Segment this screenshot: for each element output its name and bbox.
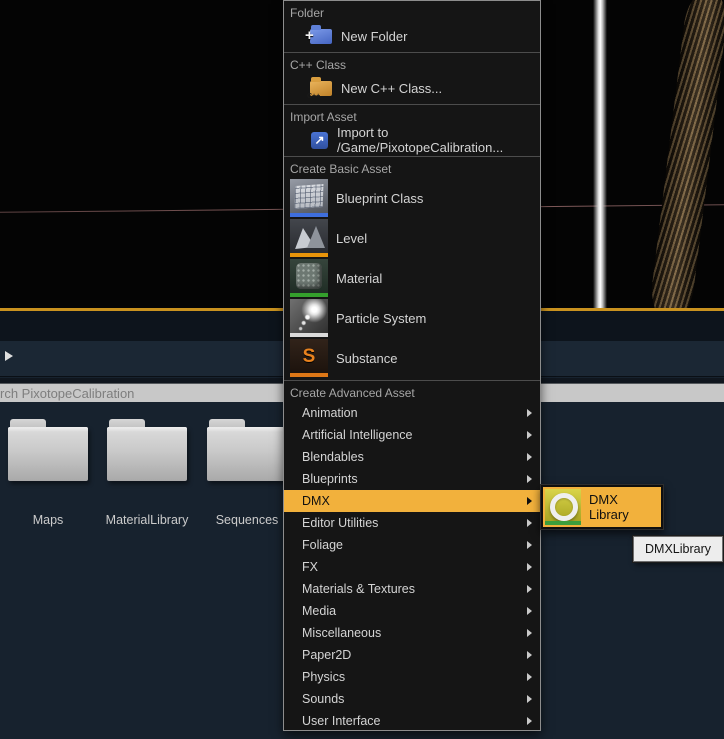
menu-item-user-interface[interactable]: User Interface <box>284 710 540 731</box>
level-icon <box>290 219 328 257</box>
folder-icon <box>107 427 187 481</box>
menu-item-label: Media <box>302 604 527 618</box>
menu-item-label: Artificial Intelligence <box>302 428 527 442</box>
folder-icon <box>207 427 287 481</box>
submenu-arrow-icon <box>527 431 532 439</box>
menu-item-label: Editor Utilities <box>302 516 527 530</box>
dmx-library-icon <box>545 489 581 525</box>
menu-item-label: Physics <box>302 670 527 684</box>
submenu-arrow-icon <box>527 453 532 461</box>
menu-item-label: Material <box>336 271 382 286</box>
menu-item-sounds[interactable]: Sounds <box>284 688 540 710</box>
menu-item-physics[interactable]: Physics <box>284 666 540 688</box>
particle-system-icon <box>290 299 328 337</box>
menu-item-label: Paper2D <box>302 648 527 662</box>
section-header-import-asset: Import Asset <box>284 105 540 126</box>
menu-item-label: Miscellaneous <box>302 626 527 640</box>
menu-item-artificial-intelligence[interactable]: Artificial Intelligence <box>284 424 540 446</box>
submenu-arrow-icon <box>527 651 532 659</box>
submenu-item-dmx-library[interactable]: DMX Library <box>543 487 661 527</box>
menu-item-miscellaneous[interactable]: Miscellaneous <box>284 622 540 644</box>
menu-item-label: New Folder <box>341 29 407 44</box>
menu-item-label: User Interface <box>302 714 527 728</box>
submenu-arrow-icon <box>527 541 532 549</box>
menu-item-label: Import to /Game/PixotopeCalibration... <box>337 125 540 155</box>
menu-item-new-folder[interactable]: + New Folder <box>284 22 540 50</box>
menu-item-import[interactable]: ↗ Import to /Game/PixotopeCalibration... <box>284 126 540 154</box>
menu-item-substance[interactable]: S Substance <box>284 338 540 378</box>
submenu-arrow-icon <box>527 585 532 593</box>
submenu-arrow-icon <box>527 475 532 483</box>
folder-icon <box>8 427 88 481</box>
menu-item-media[interactable]: Media <box>284 600 540 622</box>
menu-item-label: New C++ Class... <box>341 81 442 96</box>
menu-item-label: FX <box>302 560 527 574</box>
menu-item-label: Substance <box>336 351 397 366</box>
folder-materiallibrary[interactable]: MaterialLibrary <box>107 419 187 527</box>
substance-icon: S <box>290 339 328 377</box>
column-mesh <box>648 0 724 308</box>
menu-item-blendables[interactable]: Blendables <box>284 446 540 468</box>
menu-item-editor-utilities[interactable]: Editor Utilities <box>284 512 540 534</box>
menu-item-blueprint-class[interactable]: Blueprint Class <box>284 178 540 218</box>
menu-item-paper2d[interactable]: Paper2D <box>284 644 540 666</box>
menu-item-blueprints[interactable]: Blueprints <box>284 468 540 490</box>
pole-mesh <box>593 0 607 308</box>
submenu-arrow-icon <box>527 519 532 527</box>
context-menu: Folder + New Folder C++ Class C++ New C+… <box>283 0 541 731</box>
menu-item-label: Blueprint Class <box>336 191 423 206</box>
section-header-folder: Folder <box>284 1 540 22</box>
cpp-class-icon: C++ <box>310 81 332 96</box>
submenu-arrow-icon <box>527 695 532 703</box>
import-icon: ↗ <box>311 132 328 149</box>
menu-item-dmx[interactable]: DMX <box>284 490 540 512</box>
menu-item-level[interactable]: Level <box>284 218 540 258</box>
submenu-arrow-icon <box>527 629 532 637</box>
menu-item-particle-system[interactable]: Particle System <box>284 298 540 338</box>
menu-item-label: Animation <box>302 406 527 420</box>
menu-item-label: Materials & Textures <box>302 582 527 596</box>
breadcrumb-expand-icon[interactable] <box>5 351 13 361</box>
menu-item-foliage[interactable]: Foliage <box>284 534 540 556</box>
new-folder-icon: + <box>310 29 332 44</box>
menu-item-label: DMX <box>302 494 527 508</box>
folder-maps[interactable]: Maps <box>8 419 88 527</box>
submenu-arrow-icon <box>527 717 532 725</box>
tooltip: DMXLibrary <box>633 536 723 562</box>
menu-item-new-cpp-class[interactable]: C++ New C++ Class... <box>284 74 540 102</box>
submenu-arrow-icon <box>527 409 532 417</box>
material-icon <box>290 259 328 297</box>
unreal-editor-window: Maps MaterialLibrary Sequences Folder + … <box>0 0 724 739</box>
section-header-create-basic-asset: Create Basic Asset <box>284 157 540 178</box>
section-header-cpp-class: C++ Class <box>284 53 540 74</box>
menu-item-label: Particle System <box>336 311 426 326</box>
menu-item-materials-textures[interactable]: Materials & Textures <box>284 578 540 600</box>
menu-item-material[interactable]: Material <box>284 258 540 298</box>
menu-item-label: Foliage <box>302 538 527 552</box>
blueprint-class-icon <box>290 179 328 217</box>
section-header-create-advanced-asset: Create Advanced Asset <box>284 381 540 402</box>
menu-item-label: Blendables <box>302 450 527 464</box>
submenu-arrow-icon <box>527 673 532 681</box>
submenu-item-label: DMX Library <box>589 492 661 522</box>
menu-item-label: Blueprints <box>302 472 527 486</box>
dmx-submenu: DMX Library <box>540 484 664 530</box>
menu-item-animation[interactable]: Animation <box>284 402 540 424</box>
submenu-arrow-icon <box>527 607 532 615</box>
menu-item-fx[interactable]: FX <box>284 556 540 578</box>
menu-item-label: Sounds <box>302 692 527 706</box>
tooltip-text: DMXLibrary <box>645 542 711 556</box>
submenu-arrow-icon <box>527 563 532 571</box>
submenu-arrow-icon <box>527 497 532 505</box>
folder-sequences[interactable]: Sequences <box>207 419 287 527</box>
menu-item-label: Level <box>336 231 367 246</box>
